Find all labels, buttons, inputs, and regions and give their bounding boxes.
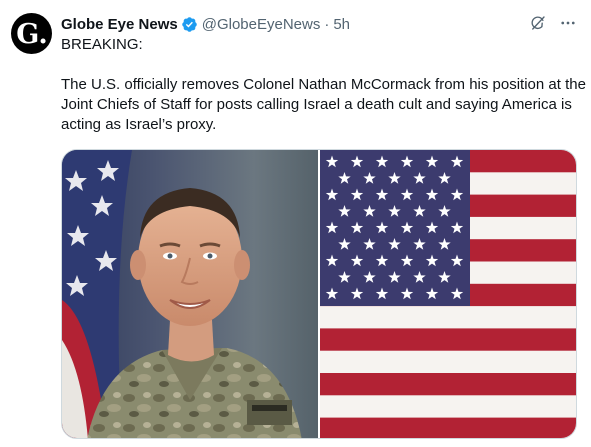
tweet-timestamp[interactable]: 5h (333, 16, 350, 33)
us-flag-photo[interactable] (320, 150, 576, 438)
author-name[interactable]: Globe Eye News (61, 16, 178, 33)
avatar-logo: G. (16, 18, 48, 50)
tweet-body: The U.S. officially removes Colonel Nath… (61, 76, 586, 133)
tweet-kicker: BREAKING: (61, 36, 143, 53)
author-handle[interactable]: @GlobeEyeNews (202, 16, 321, 33)
separator-dot: · (324, 15, 330, 33)
more-icon[interactable] (559, 14, 577, 32)
grok-icon[interactable] (529, 14, 547, 32)
avatar[interactable]: G. (11, 13, 52, 54)
tweet-media[interactable] (61, 149, 577, 439)
portrait-photo[interactable] (62, 150, 318, 438)
tweet-card[interactable]: G. Globe Eye News @GlobeEyeNews · 5h BRE… (0, 0, 591, 447)
verified-badge-icon[interactable] (181, 16, 198, 33)
portrait-illustration (62, 150, 318, 438)
tweet-actions (529, 14, 577, 32)
us-flag-illustration (320, 150, 576, 438)
tweet-header: Globe Eye News @GlobeEyeNews · 5h (61, 14, 350, 34)
